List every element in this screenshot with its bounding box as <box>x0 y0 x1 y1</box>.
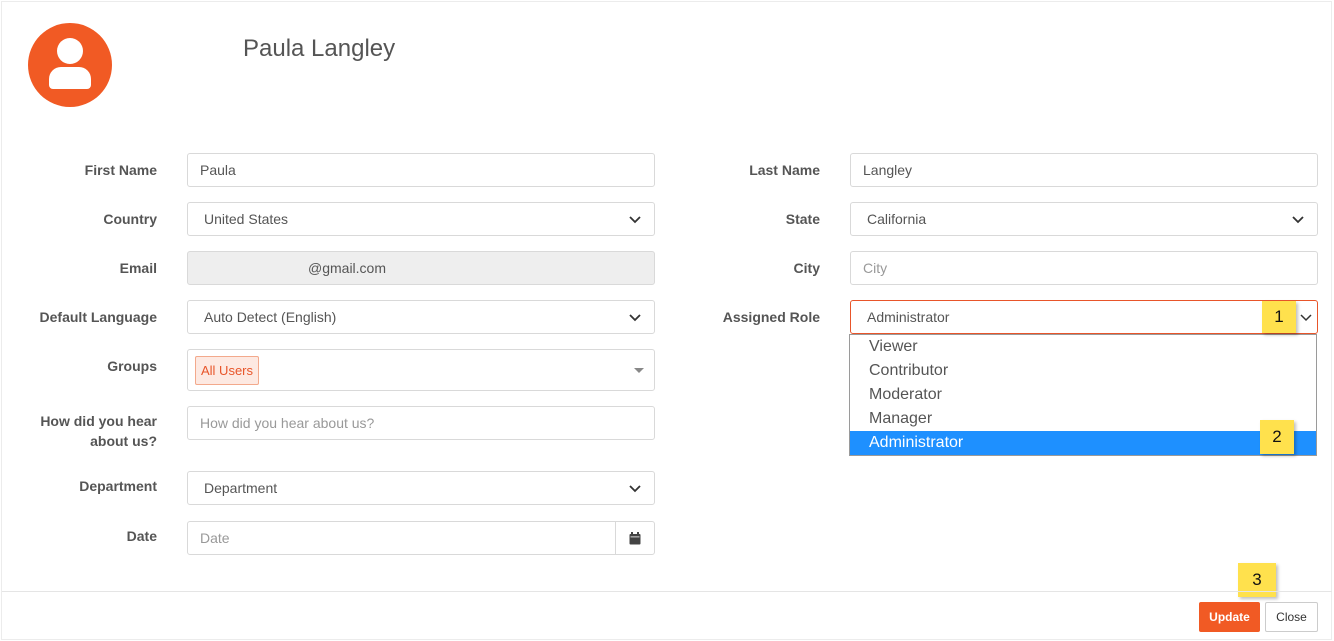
user-icon <box>57 38 83 64</box>
email-field: @gmail.com <box>187 251 655 285</box>
city-placeholder: City <box>863 260 888 276</box>
how-heard-label-line1: How did you hear <box>40 413 157 429</box>
chevron-down-icon <box>629 216 641 224</box>
profile-name: Paula Langley <box>243 35 396 62</box>
avatar <box>28 23 112 107</box>
calendar-icon <box>629 531 641 544</box>
last-name-value: Langley <box>863 162 913 178</box>
email-label: Email <box>119 260 157 276</box>
last-name-field[interactable]: Langley <box>850 153 1318 187</box>
country-select[interactable]: United States <box>187 202 655 236</box>
caret-down-icon <box>634 367 644 373</box>
state-label: State <box>785 211 820 227</box>
state-select[interactable]: California <box>850 202 1318 236</box>
calendar-button[interactable] <box>615 522 654 554</box>
department-value: Department <box>204 480 278 496</box>
groups-multiselect[interactable]: All Users <box>187 349 655 391</box>
how-heard-label: How did you hear about us? <box>20 411 157 451</box>
default-language-label: Default Language <box>39 309 157 325</box>
role-option-contributor[interactable]: Contributor <box>850 359 1316 383</box>
email-value: @gmail.com <box>308 260 387 276</box>
default-language-select[interactable]: Auto Detect (English) <box>187 300 655 334</box>
country-label: Country <box>103 211 157 227</box>
user-icon-body <box>49 67 91 89</box>
annotation-badge-1: 1 <box>1262 301 1296 333</box>
chevron-down-icon <box>629 314 641 322</box>
first-name-label: First Name <box>84 162 157 178</box>
assigned-role-value: Administrator <box>867 309 950 325</box>
city-field[interactable]: City <box>850 251 1318 285</box>
role-option-administrator[interactable]: Administrator <box>850 431 1316 455</box>
chevron-down-icon <box>1300 314 1312 322</box>
close-button[interactable]: Close <box>1265 602 1318 632</box>
groups-label: Groups <box>107 358 157 374</box>
update-button[interactable]: Update <box>1199 602 1260 632</box>
how-heard-label-line2: about us? <box>90 433 157 449</box>
role-option-moderator[interactable]: Moderator <box>850 383 1316 407</box>
assigned-role-select[interactable]: Administrator <box>850 300 1318 334</box>
country-value: United States <box>204 211 289 227</box>
first-name-field[interactable]: Paula <box>187 153 655 187</box>
date-label: Date <box>126 528 157 544</box>
role-option-manager[interactable]: Manager <box>850 407 1316 431</box>
assigned-role-dropdown: Viewer Contributor Moderator Manager Adm… <box>849 334 1317 456</box>
chevron-down-icon <box>629 485 641 493</box>
assigned-role-label: Assigned Role <box>722 309 820 325</box>
annotation-badge-2: 2 <box>1260 420 1294 454</box>
date-field[interactable]: Date <box>187 521 655 555</box>
chevron-down-icon <box>1292 216 1304 224</box>
first-name-value: Paula <box>200 162 236 178</box>
date-placeholder: Date <box>200 530 230 546</box>
how-heard-placeholder: How did you hear about us? <box>200 415 375 431</box>
default-language-value: Auto Detect (English) <box>204 309 337 325</box>
how-heard-field[interactable]: How did you hear about us? <box>187 406 655 440</box>
role-option-viewer[interactable]: Viewer <box>850 335 1316 359</box>
footer-divider <box>2 591 1332 592</box>
city-label: City <box>793 260 820 276</box>
state-value: California <box>867 211 927 227</box>
group-chip[interactable]: All Users <box>195 356 260 385</box>
department-select[interactable]: Department <box>187 471 655 505</box>
department-label: Department <box>79 478 157 494</box>
last-name-label: Last Name <box>749 162 820 178</box>
